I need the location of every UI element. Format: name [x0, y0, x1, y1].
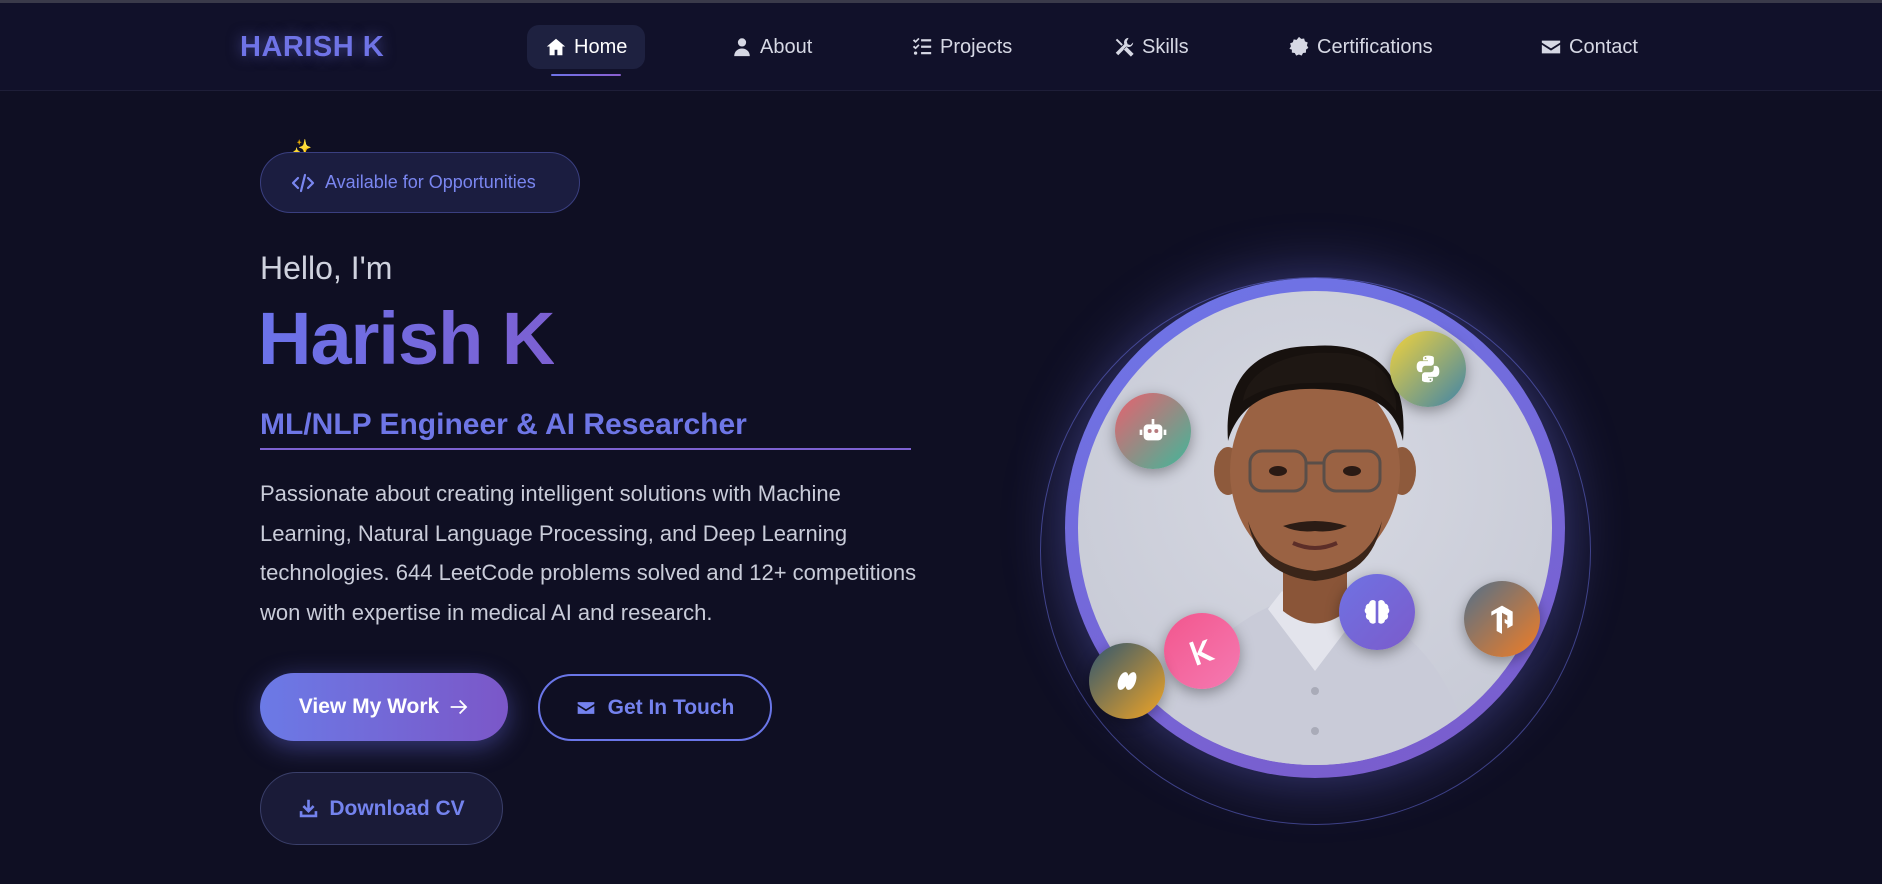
user-icon	[734, 38, 750, 57]
availability-text: Available for Opportunities	[325, 172, 536, 192]
greeting: Hello, I'm	[260, 250, 393, 286]
navbar: HARISH K Home About Projects Skills Cert…	[0, 3, 1882, 91]
download-icon	[300, 799, 318, 818]
nav-certifications-label: Certifications	[1317, 35, 1433, 58]
hero-description: Passionate about creating intelligent so…	[260, 481, 917, 625]
code-icon	[291, 173, 315, 192]
nav-home-label: Home	[574, 35, 628, 58]
nav-skills[interactable]: Skills	[1095, 25, 1207, 69]
nav-about-label: About	[760, 35, 813, 58]
nav-certifications[interactable]: Certifications	[1270, 25, 1451, 69]
tensorflow-icon	[1464, 581, 1540, 657]
get-in-touch-label: Get In Touch	[607, 695, 735, 719]
nav-projects-label: Projects	[940, 35, 1013, 58]
download-cv-button[interactable]: Download CV	[260, 772, 503, 845]
certificate-icon	[1289, 36, 1309, 56]
brain-icon	[1339, 574, 1415, 650]
view-my-work-button[interactable]: View My Work	[260, 673, 508, 741]
kaggle-icon	[1164, 613, 1240, 689]
get-in-touch-button[interactable]: Get In Touch	[538, 674, 772, 741]
nav-contact-label: Contact	[1569, 35, 1638, 58]
site-logo[interactable]: HARISH K	[240, 31, 384, 64]
robot-icon	[1115, 393, 1191, 469]
download-cv-label: Download CV	[329, 796, 465, 820]
tools-icon	[1115, 37, 1134, 57]
arrow-right-icon	[450, 699, 468, 715]
envelope-icon	[1541, 40, 1561, 54]
nav-projects[interactable]: Projects	[893, 25, 1030, 69]
availability-badge: Available for Opportunities	[260, 152, 580, 213]
home-icon	[546, 38, 566, 56]
view-my-work-label: View My Work	[298, 695, 440, 718]
database-icon	[1089, 643, 1165, 719]
envelope-icon	[577, 701, 594, 714]
nav-about[interactable]: About	[713, 25, 830, 69]
nav-contact[interactable]: Contact	[1522, 25, 1656, 69]
hero-name: Harish K	[258, 297, 555, 380]
nav-home[interactable]: Home	[527, 25, 646, 76]
list-check-icon	[912, 37, 932, 55]
nav-skills-label: Skills	[1142, 35, 1189, 58]
python-icon	[1390, 331, 1466, 407]
hero-role: ML/NLP Engineer & AI Researcher	[260, 408, 911, 450]
